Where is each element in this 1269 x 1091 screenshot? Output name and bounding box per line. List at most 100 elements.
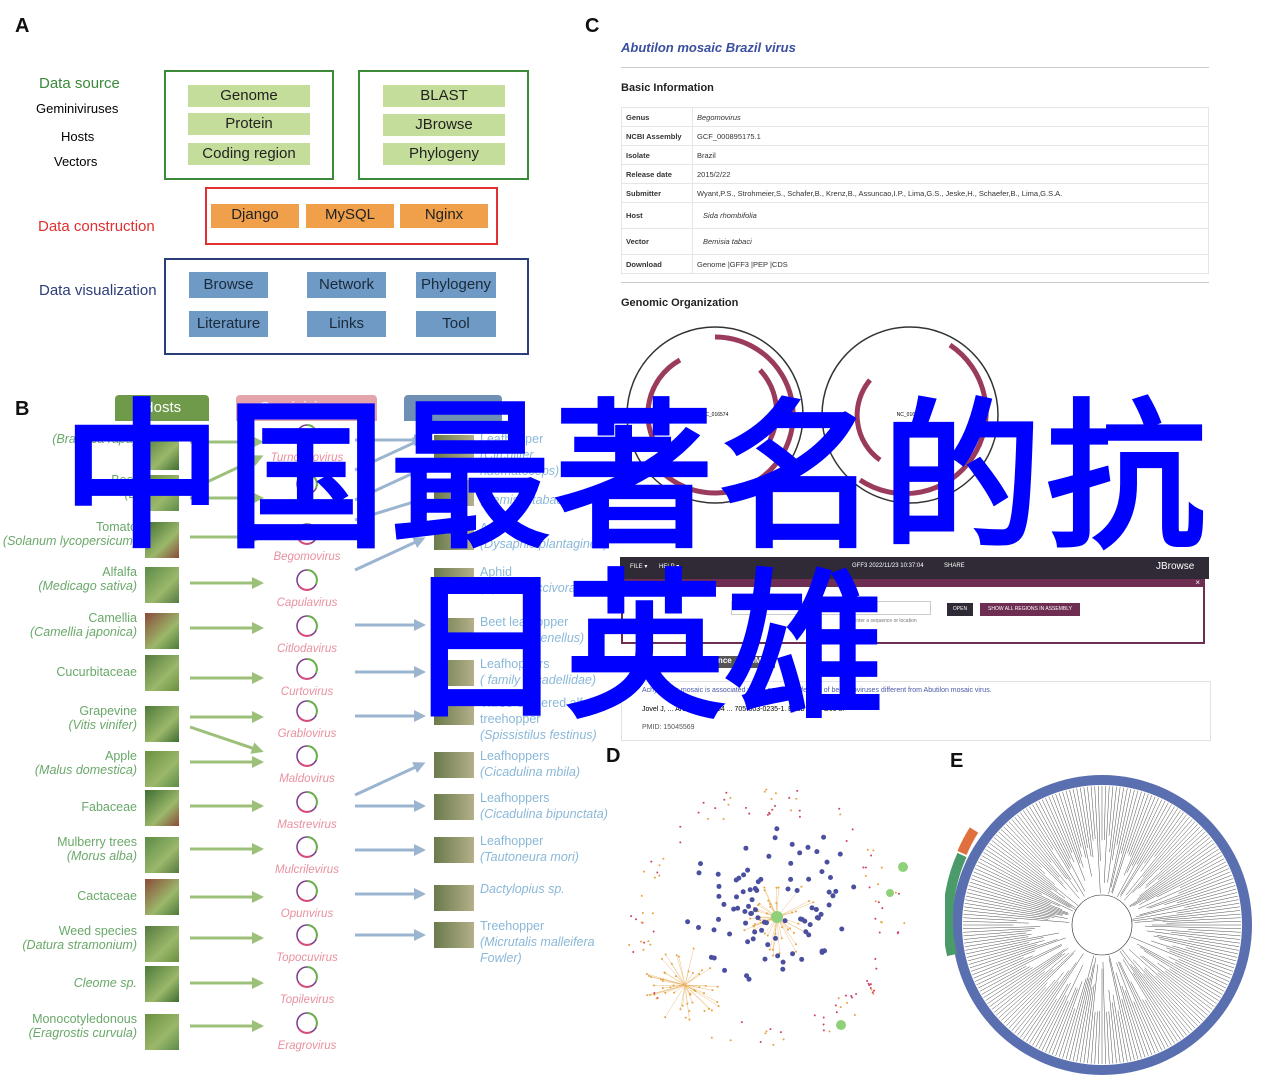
network-node[interactable] <box>837 997 840 1000</box>
network-node[interactable] <box>652 984 655 987</box>
network-node[interactable] <box>765 942 771 948</box>
network-node[interactable] <box>651 912 654 915</box>
network-node[interactable] <box>700 969 703 972</box>
network-node[interactable] <box>827 874 833 880</box>
network-node[interactable] <box>750 936 756 942</box>
network-node[interactable] <box>851 828 854 831</box>
network-node[interactable] <box>691 972 694 975</box>
network-hub-node[interactable] <box>836 1020 846 1030</box>
network-node[interactable] <box>788 876 794 882</box>
network-node[interactable] <box>835 1011 838 1014</box>
network-node[interactable] <box>839 1006 842 1009</box>
network-node[interactable] <box>745 867 751 873</box>
network-node[interactable] <box>798 916 804 922</box>
network-node[interactable] <box>754 887 760 893</box>
network-node[interactable] <box>762 956 768 962</box>
network-node[interactable] <box>853 1014 856 1017</box>
network-node[interactable] <box>772 835 778 841</box>
network-node[interactable] <box>780 937 783 940</box>
network-node[interactable] <box>653 992 656 995</box>
network-node[interactable] <box>743 929 746 932</box>
network-node[interactable] <box>814 915 820 921</box>
network-node[interactable] <box>822 1023 825 1026</box>
info-value[interactable]: GCF_000895175.1 <box>692 126 1209 146</box>
network-node[interactable] <box>632 950 635 953</box>
network-node[interactable] <box>818 911 824 917</box>
network-node[interactable] <box>819 869 825 875</box>
network-node[interactable] <box>838 807 841 810</box>
network-node[interactable] <box>759 1040 762 1043</box>
network-node[interactable] <box>696 925 702 931</box>
network-node[interactable] <box>808 900 811 903</box>
network-node[interactable] <box>744 806 747 809</box>
network-node[interactable] <box>656 871 659 874</box>
network-node[interactable] <box>710 1036 713 1039</box>
network-node[interactable] <box>868 984 871 987</box>
network-node[interactable] <box>794 910 797 913</box>
network-node[interactable] <box>769 1028 772 1031</box>
network-node[interactable] <box>714 807 717 810</box>
network-node[interactable] <box>870 988 873 991</box>
network-node[interactable] <box>647 940 650 943</box>
network-node[interactable] <box>782 1038 785 1041</box>
network-node[interactable] <box>706 817 709 820</box>
network-node[interactable] <box>802 918 808 924</box>
network-node[interactable] <box>661 987 664 990</box>
close-icon[interactable]: × <box>1195 578 1200 587</box>
network-node[interactable] <box>715 871 721 877</box>
network-node[interactable] <box>711 927 717 933</box>
network-node[interactable] <box>834 1004 837 1007</box>
network-node[interactable] <box>660 957 663 960</box>
network-hub-node[interactable] <box>886 889 894 897</box>
network-node[interactable] <box>643 870 646 873</box>
network-node[interactable] <box>729 1039 732 1042</box>
network-node[interactable] <box>694 989 697 992</box>
network-node[interactable] <box>658 864 661 867</box>
network-node[interactable] <box>645 972 648 975</box>
network-node[interactable] <box>797 922 800 925</box>
network-node[interactable] <box>855 993 858 996</box>
network-node[interactable] <box>809 905 815 911</box>
network-node[interactable] <box>881 907 884 910</box>
network-node[interactable] <box>716 893 722 899</box>
network-node[interactable] <box>868 886 871 889</box>
network-node[interactable] <box>639 940 642 943</box>
network-node[interactable] <box>742 909 748 915</box>
network-node[interactable] <box>722 967 728 973</box>
network-node[interactable] <box>897 931 900 934</box>
network-node[interactable] <box>765 788 768 791</box>
network-node[interactable] <box>663 971 666 974</box>
network-node[interactable] <box>766 813 769 816</box>
network-node[interactable] <box>851 996 854 999</box>
network-node[interactable] <box>672 984 675 987</box>
show-all-regions-button[interactable]: SHOW ALL REGIONS IN ASSEMBLY <box>980 603 1080 616</box>
info-value[interactable]: Bemisia tabaci <box>692 228 1209 255</box>
network-node[interactable] <box>752 907 758 913</box>
network-node[interactable] <box>845 840 848 843</box>
network-node[interactable] <box>655 997 658 1000</box>
network-node[interactable] <box>764 1032 767 1035</box>
network-node[interactable] <box>766 934 769 937</box>
network-node[interactable] <box>786 928 789 931</box>
network-node[interactable] <box>768 948 771 951</box>
network-node[interactable] <box>782 918 788 924</box>
network-node[interactable] <box>813 1014 816 1017</box>
network-node[interactable] <box>799 956 805 962</box>
network-node[interactable] <box>862 866 865 869</box>
network-node[interactable] <box>670 962 673 965</box>
network-node[interactable] <box>723 798 726 801</box>
network-node[interactable] <box>826 902 832 908</box>
network-node[interactable] <box>839 813 842 816</box>
network-node[interactable] <box>790 809 793 812</box>
network-node[interactable] <box>749 917 752 920</box>
network-node[interactable] <box>635 918 638 921</box>
network-node[interactable] <box>780 966 786 972</box>
network-node[interactable] <box>873 989 876 992</box>
network-node[interactable] <box>640 921 643 924</box>
network-node[interactable] <box>775 953 781 959</box>
network-node[interactable] <box>872 849 875 852</box>
network-node[interactable] <box>828 1030 831 1033</box>
network-node[interactable] <box>766 853 772 859</box>
network-node[interactable] <box>662 857 665 860</box>
network-node[interactable] <box>777 886 780 889</box>
